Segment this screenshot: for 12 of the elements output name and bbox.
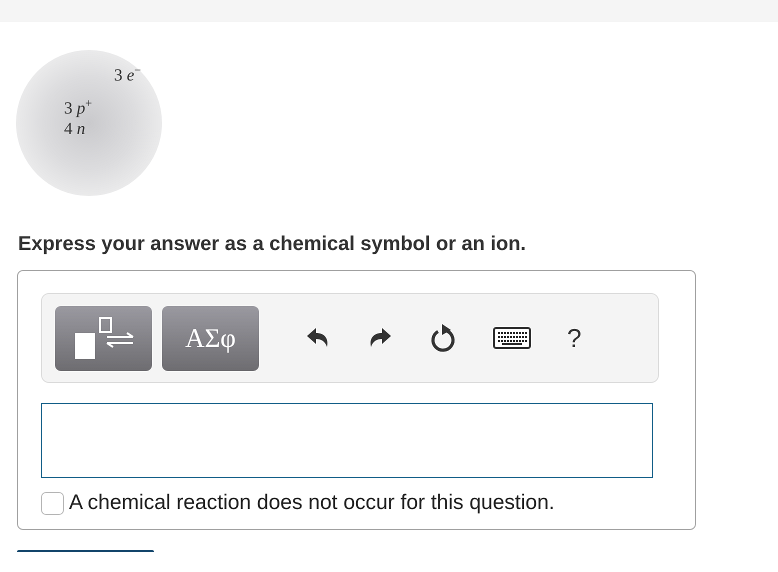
checkbox[interactable] xyxy=(41,492,64,514)
checkbox-label: A chemical reaction does not occur for this question. xyxy=(69,491,555,515)
particle-label: 3 p$^{+}$ xyxy=(64,97,92,117)
particle-label: 4 n xyxy=(64,120,86,137)
answer-field[interactable] xyxy=(41,403,653,478)
help-button[interactable]: ? xyxy=(567,325,582,351)
symbols-button[interactable]: ΑΣφ xyxy=(162,306,259,370)
templates-button[interactable] xyxy=(55,306,152,370)
particle-label: 3 e$^{−}$ xyxy=(114,64,142,84)
instruction-text: Express your answer as a chemical symbol or an ion. xyxy=(18,233,526,255)
keyboard-icon[interactable] xyxy=(493,327,531,349)
reset-icon[interactable] xyxy=(429,323,457,353)
